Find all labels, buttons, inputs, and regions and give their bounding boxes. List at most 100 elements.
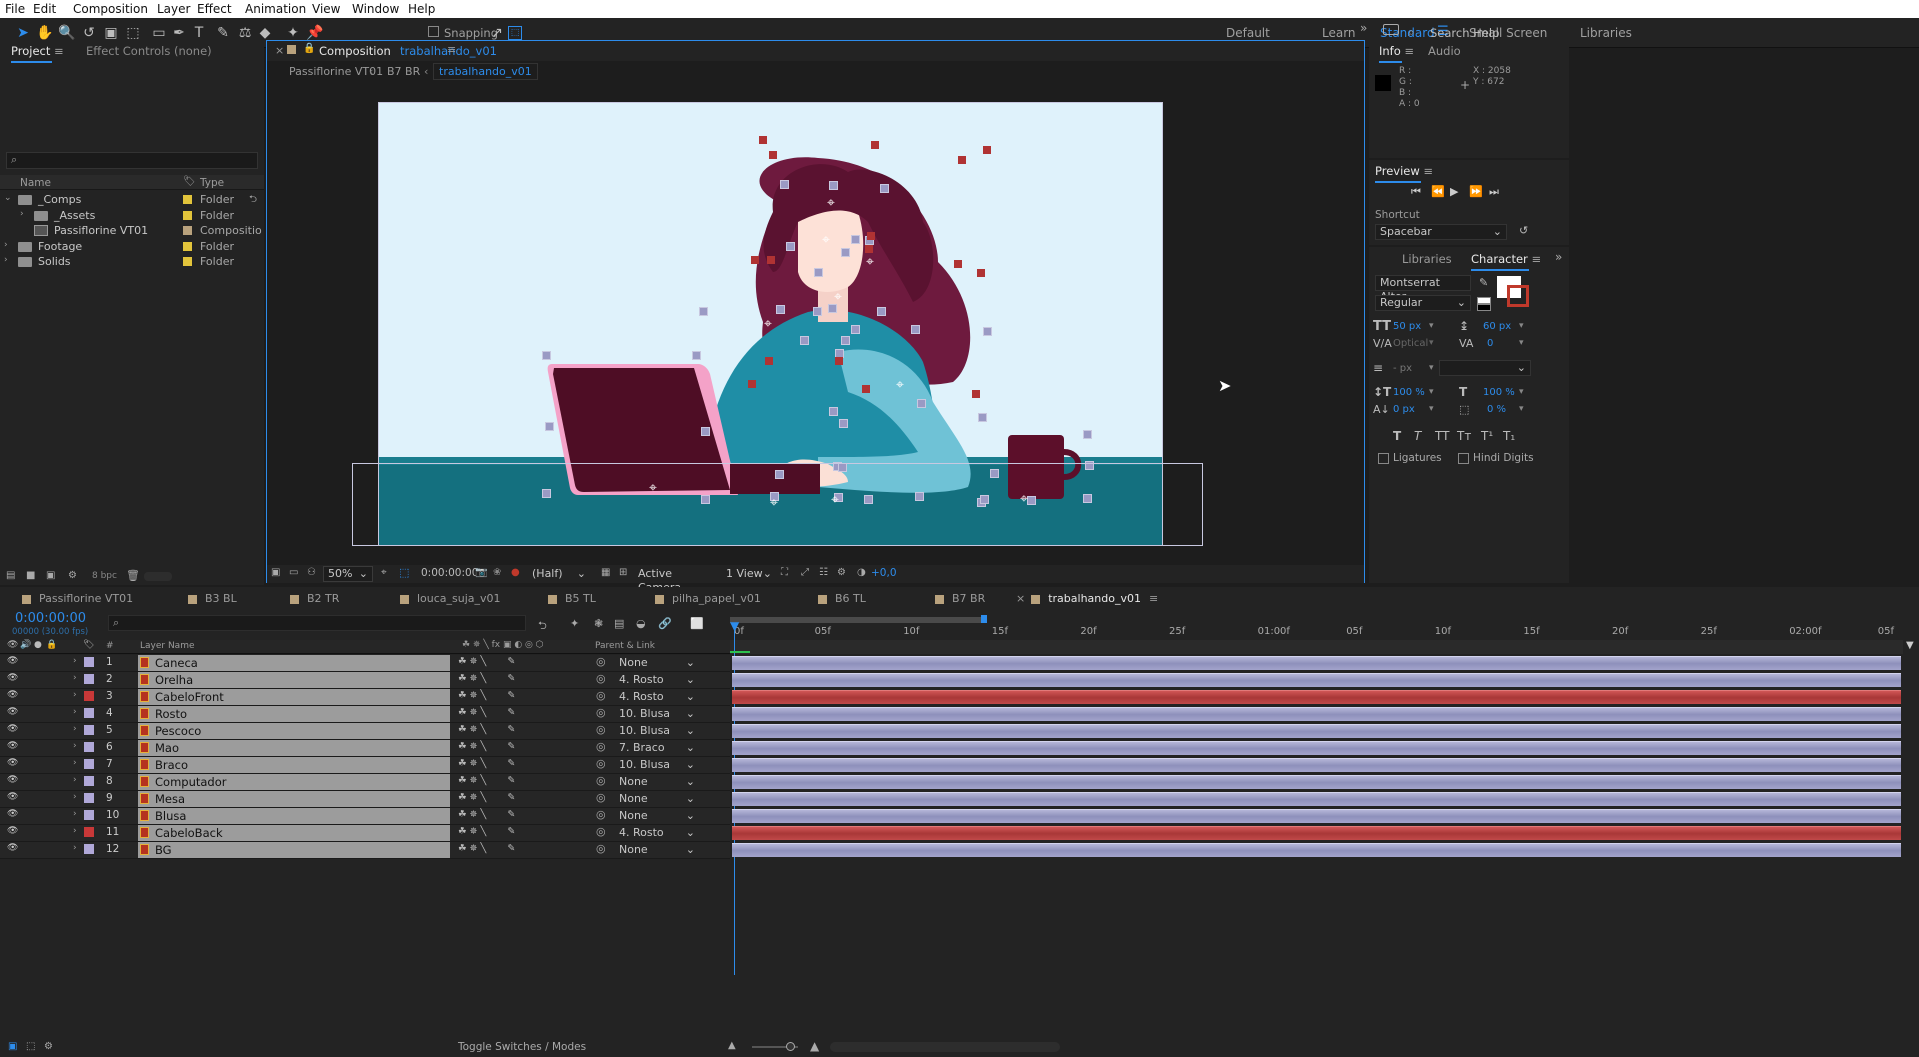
tab-effect-controls[interactable]: Effect Controls (none)	[86, 44, 212, 58]
tab-info[interactable]: Info ≡	[1379, 44, 1414, 63]
pick-whip-icon[interactable]: ◎	[596, 774, 606, 787]
layer-duration-bar[interactable]	[732, 843, 1901, 857]
layer-duration-bar[interactable]	[732, 656, 1901, 670]
menu-edit[interactable]: Edit	[33, 2, 56, 16]
chevron-down-icon[interactable]: ▾	[1519, 321, 1524, 331]
white-swatch[interactable]	[1477, 297, 1491, 304]
toggle-mask-icon[interactable]: ⊞	[619, 567, 627, 578]
keyframe-handle[interactable]	[829, 407, 838, 416]
camera-dropdown[interactable]: Active Camera⌄	[633, 566, 717, 594]
timeline-tab[interactable]: B7 BR	[935, 592, 985, 606]
pixel-aspect-icon[interactable]: ⛶	[781, 567, 788, 578]
layer-row[interactable]: 👁 › 10 Blusa ☘ ✵ ╲ ✎ ◎ None ⌄	[0, 808, 1919, 825]
keyframe-handle[interactable]	[983, 146, 991, 154]
layer-label-swatch[interactable]	[84, 793, 94, 803]
eye-icon[interactable]: 👁	[7, 775, 18, 785]
chevron-right-icon[interactable]: ›	[20, 209, 24, 219]
pick-whip-icon[interactable]: ◎	[596, 689, 606, 702]
project-item[interactable]: › _Assets Folder	[0, 208, 264, 223]
pick-whip-icon[interactable]: ◎	[596, 672, 606, 685]
kerning-value[interactable]: Optical	[1393, 338, 1428, 349]
layer-row[interactable]: 👁 › 3 CabeloFront ☘ ✵ ╲ ✎ ◎ 4. Rosto ⌄	[0, 689, 1919, 706]
keyframe-handle[interactable]	[978, 413, 987, 422]
first-frame-icon[interactable]: ⏮	[1411, 185, 1421, 199]
label-swatch[interactable]	[183, 257, 192, 266]
last-frame-icon[interactable]: ⏭	[1489, 185, 1499, 199]
keyframe-handle[interactable]	[862, 385, 870, 393]
chevron-down-icon[interactable]: ▾	[1519, 404, 1524, 414]
playhead-handle[interactable]: ▼	[730, 620, 742, 632]
timeline-tab[interactable]: louca_suja_v01	[400, 592, 501, 606]
zoom-in-icon[interactable]: ▲	[810, 1039, 819, 1053]
keyframe-handle[interactable]	[977, 269, 985, 277]
layer-row[interactable]: 👁 › 7 Braco ☘ ✵ ╲ ✎ ◎ 10. Blusa ⌄	[0, 757, 1919, 774]
keyframe-handle[interactable]	[841, 248, 850, 257]
black-swatch[interactable]	[1477, 304, 1491, 311]
layer-duration-bar[interactable]	[732, 792, 1901, 806]
layer-name-cell[interactable]	[138, 740, 450, 756]
expand-layer-switches-icon[interactable]: ⬚	[26, 1041, 35, 1052]
layer-label-swatch[interactable]	[84, 742, 94, 752]
keyframe-handle[interactable]	[1085, 461, 1094, 470]
shy-layers-icon[interactable]: ❃	[594, 617, 603, 630]
work-area-bar[interactable]	[730, 617, 984, 623]
anchor-point-icon[interactable]: ⌖	[827, 196, 835, 210]
layer-row[interactable]: 👁 › 9 Mesa ☘ ✵ ╲ ✎ ◎ None ⌄	[0, 791, 1919, 808]
layer-switches-icons[interactable]: ☘ ✵ ╲ ✎	[458, 809, 515, 820]
panel-overflow-icon[interactable]: »	[1555, 250, 1562, 264]
snapping-checkbox[interactable]	[428, 26, 439, 37]
tab-libraries[interactable]: Libraries	[1402, 252, 1452, 266]
menu-icon[interactable]: ≡	[1149, 592, 1158, 605]
layer-duration-bar[interactable]	[732, 775, 1901, 789]
superscript-icon[interactable]: T¹	[1481, 429, 1493, 443]
pick-whip-icon[interactable]: ◎	[596, 723, 606, 736]
snapshot-icon[interactable]: ▣	[271, 567, 280, 578]
parent-dropdown[interactable]: 10. Blusa ⌄	[614, 723, 700, 739]
layer-name-cell[interactable]	[138, 842, 450, 858]
overflow-icon[interactable]: »	[1360, 21, 1367, 35]
keyframe-handle[interactable]	[813, 307, 822, 316]
keyframe-handle[interactable]	[692, 351, 701, 360]
exposure-icon[interactable]: ◑	[857, 567, 866, 578]
layer-label-swatch[interactable]	[84, 725, 94, 735]
menu-animation[interactable]: Animation	[245, 2, 306, 16]
toggle-switches-modes-button[interactable]: Toggle Switches / Modes	[458, 1041, 586, 1053]
baseline-shift-value[interactable]: 0 px	[1393, 404, 1415, 415]
layer-switches-icons[interactable]: ☘ ✵ ╲ ✎	[458, 724, 515, 735]
keyframe-handle[interactable]	[765, 357, 773, 365]
chevron-right-icon[interactable]: ›	[73, 707, 77, 717]
faux-bold-icon[interactable]: T	[1393, 429, 1401, 443]
layer-row[interactable]: 👁 › 6 Mao ☘ ✵ ╲ ✎ ◎ 7. Braco ⌄	[0, 740, 1919, 757]
chevron-right-icon[interactable]: ›	[73, 843, 77, 853]
keyframe-handle[interactable]	[545, 422, 554, 431]
chevron-down-icon[interactable]: ▾	[1429, 387, 1434, 397]
anchor-point-icon[interactable]: ⌖	[822, 233, 830, 247]
pick-whip-icon[interactable]: ◎	[596, 808, 606, 821]
eye-icon[interactable]: 👁	[7, 707, 18, 717]
keyframe-handle[interactable]	[828, 304, 837, 313]
menu-window[interactable]: Window	[352, 2, 399, 16]
label-swatch[interactable]	[183, 241, 192, 251]
time-ruler[interactable]: 0f 05f 10f 15f 20f 25f 01:00f 05f 10f 15f 20f 25f 02…	[730, 615, 1903, 640]
chevron-right-icon[interactable]: ›	[73, 690, 77, 700]
layer-duration-bar[interactable]	[732, 724, 1901, 738]
eye-icon[interactable]: 👁	[7, 724, 18, 734]
anchor-point-icon[interactable]: ⌖	[764, 317, 772, 331]
keyframe-handle[interactable]	[915, 492, 924, 501]
eye-icon[interactable]: 👁	[7, 826, 18, 836]
layer-switches-icons[interactable]: ☘ ✵ ╲ ✎	[458, 775, 515, 786]
label-swatch[interactable]	[183, 210, 192, 220]
thumbnail-slider[interactable]	[144, 572, 172, 581]
keyframe-handle[interactable]	[865, 245, 873, 253]
comp-viewer-canvas[interactable]: ⌖ ⌖ ⌖ ⌖ ⌖ ⌖ ⌖ ⌖ ⌖ ⌖	[378, 102, 1163, 546]
parent-dropdown[interactable]: 10. Blusa ⌄	[614, 706, 700, 722]
menu-effect[interactable]: Effect	[197, 2, 232, 16]
keyframe-handle[interactable]	[780, 180, 789, 189]
shortcut-dropdown[interactable]: Spacebar ⌄	[1375, 224, 1507, 240]
anchor-point-icon[interactable]: ⌖	[831, 493, 839, 507]
stroke-color-swatch[interactable]	[1507, 285, 1529, 307]
label-swatch[interactable]	[183, 195, 192, 204]
chevron-down-icon[interactable]: ▾	[1429, 363, 1434, 373]
keyframe-handle[interactable]	[917, 399, 926, 408]
sync-settings-icon[interactable]	[1383, 24, 1399, 35]
